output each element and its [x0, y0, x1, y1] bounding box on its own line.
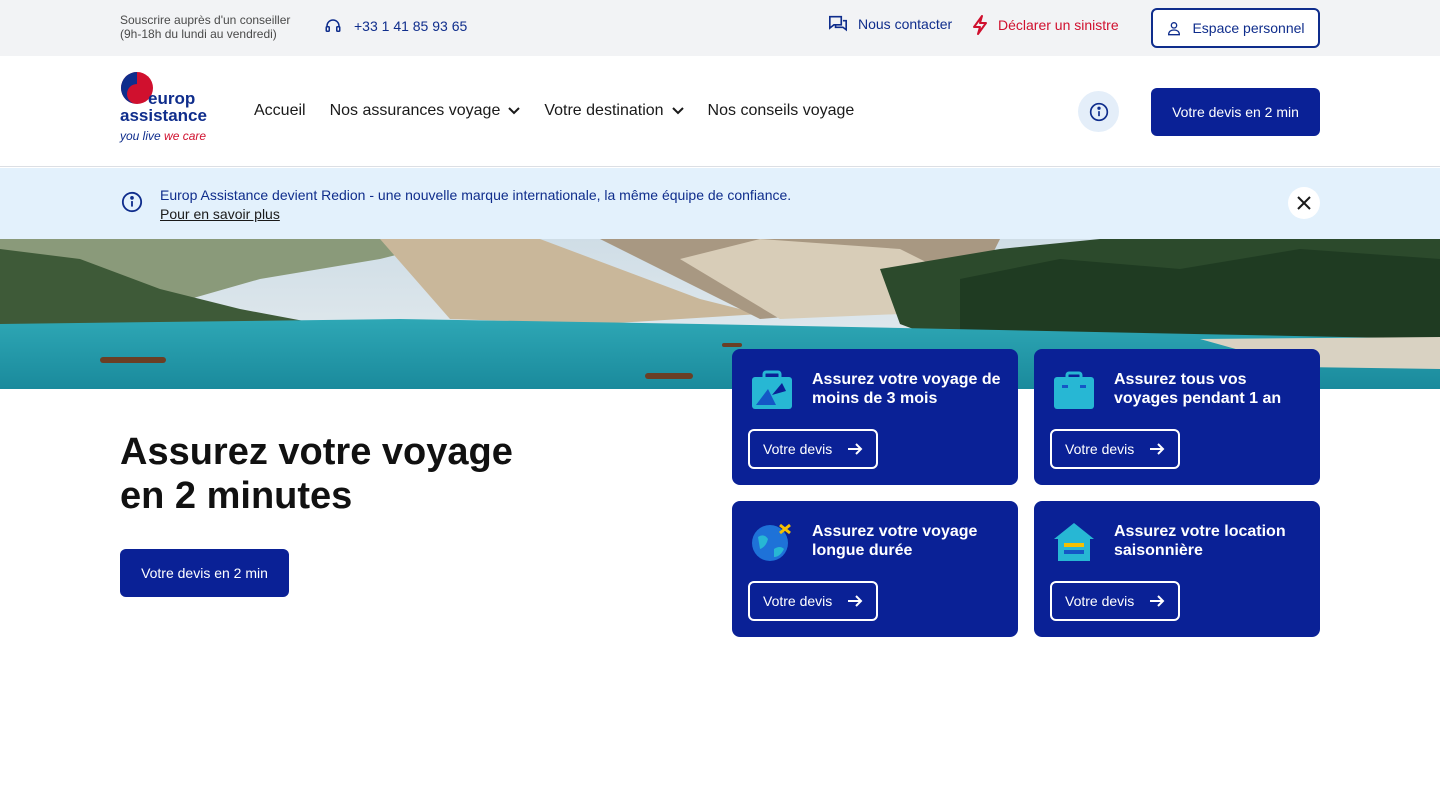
nav-label: Votre destination [544, 102, 664, 119]
card-title: Assurez tous vos voyages pendant 1 an [1114, 371, 1282, 407]
house-icon [1054, 523, 1094, 561]
info-button[interactable] [1078, 91, 1119, 132]
nav-item-destination[interactable]: Votre destination [544, 102, 684, 120]
quote-button[interactable]: Votre devis [748, 429, 878, 469]
lightning-icon [973, 15, 987, 35]
nav-label: Accueil [254, 102, 306, 119]
personal-space-button[interactable]: Espace personnel [1151, 8, 1320, 48]
learn-more-link[interactable]: Pour en savoir plus [160, 205, 791, 224]
page-title: Assurez votre voyage en 2 minutes [120, 430, 600, 518]
banner-text: Europ Assistance devient Redion - une no… [160, 187, 792, 203]
card-short-trip[interactable]: Assurez votre voyage de moins de 3 mois … [732, 349, 1018, 485]
info-banner: Europ Assistance devient Redion - une no… [0, 168, 1440, 239]
user-icon [1168, 22, 1181, 36]
globe-plane-icon [752, 523, 791, 561]
nav-label: Nos assurances voyage [329, 102, 501, 119]
contact-link[interactable]: Nous contacter [828, 15, 952, 33]
card-seasonal-rental[interactable]: Assurez votre location saisonnière Votre… [1034, 501, 1320, 637]
top-bar: Souscrire auprès d'un conseiller (9h-18h… [0, 0, 1440, 56]
logo-tagline-part-1: you live [120, 129, 165, 143]
quote-button-main[interactable]: Votre devis en 2 min [120, 549, 289, 597]
declare-claim-label: Déclarer un sinistre [998, 17, 1119, 33]
arrow-right-icon [848, 443, 863, 455]
quote-button[interactable]: Votre devis [1050, 429, 1180, 469]
nav-item-conseils[interactable]: Nos conseils voyage [708, 102, 855, 120]
chat-icon [829, 15, 847, 32]
nav-item-accueil[interactable]: Accueil [254, 102, 306, 120]
contact-label: Nous contacter [858, 16, 953, 32]
main-header: europ assistance you live we care Accuei… [0, 56, 1440, 167]
banner-close-button[interactable] [1288, 187, 1320, 219]
phone-number: +33 1 41 85 93 65 [354, 18, 468, 34]
card-long-stay[interactable]: Assurez votre voyage longue durée Votre … [732, 501, 1018, 637]
quote-button-label: Votre devis [763, 441, 833, 457]
chevron-down-icon [671, 107, 684, 115]
card-title: Assurez votre voyage longue durée [812, 523, 978, 559]
subscribe-line-1: Souscrire auprès d'un conseiller [120, 13, 291, 27]
card-title: Assurez votre voyage de moins de 3 mois [812, 371, 1001, 407]
page-title-line-1: Assurez votre voyage [120, 431, 513, 473]
quote-button[interactable]: Votre devis [748, 581, 878, 621]
quote-button-header[interactable]: Votre devis en 2 min [1151, 88, 1320, 136]
phone-link[interactable]: +33 1 41 85 93 65 [324, 17, 467, 35]
quote-button-label: Votre devis [763, 593, 833, 609]
suitcase-icon [752, 370, 792, 409]
logo-text-europ: europ [148, 89, 196, 108]
logo-tagline-part-2: we care [164, 129, 207, 143]
info-icon [1089, 102, 1108, 121]
arrow-right-icon [1150, 595, 1165, 607]
quote-button-label: Votre devis [1065, 593, 1135, 609]
arrow-right-icon [1150, 443, 1165, 455]
quote-button[interactable]: Votre devis [1050, 581, 1180, 621]
personal-space-label: Espace personnel [1192, 20, 1305, 36]
card-annual[interactable]: Assurez tous vos voyages pendant 1 an Vo… [1034, 349, 1320, 485]
quote-button-label: Votre devis [1065, 441, 1135, 457]
logo-tagline: you live we care [120, 129, 206, 143]
europ-assistance-logo[interactable]: europ assistance you live we care [120, 70, 220, 150]
banner-message: Europ Assistance devient Redion - une no… [160, 186, 791, 224]
close-icon [1297, 196, 1311, 210]
headset-icon [325, 19, 341, 32]
card-title: Assurez votre location saisonnière [1114, 523, 1286, 559]
page-title-line-2: en 2 minutes [120, 475, 353, 517]
subscribe-info: Souscrire auprès d'un conseiller (9h-18h… [120, 13, 290, 41]
chevron-down-icon [508, 107, 521, 115]
main-nav: Accueil Nos assurances voyage Votre dest… [254, 102, 854, 120]
briefcase-icon [1054, 371, 1094, 409]
nav-item-assurances[interactable]: Nos assurances voyage [330, 102, 521, 120]
nav-label: Nos conseils voyage [707, 102, 855, 119]
declare-claim-link[interactable]: Déclarer un sinistre [972, 15, 1119, 35]
subscribe-line-2: (9h-18h du lundi au vendredi) [120, 27, 277, 41]
info-icon [121, 191, 143, 213]
logo-text-assistance: assistance [120, 106, 207, 125]
arrow-right-icon [848, 595, 863, 607]
